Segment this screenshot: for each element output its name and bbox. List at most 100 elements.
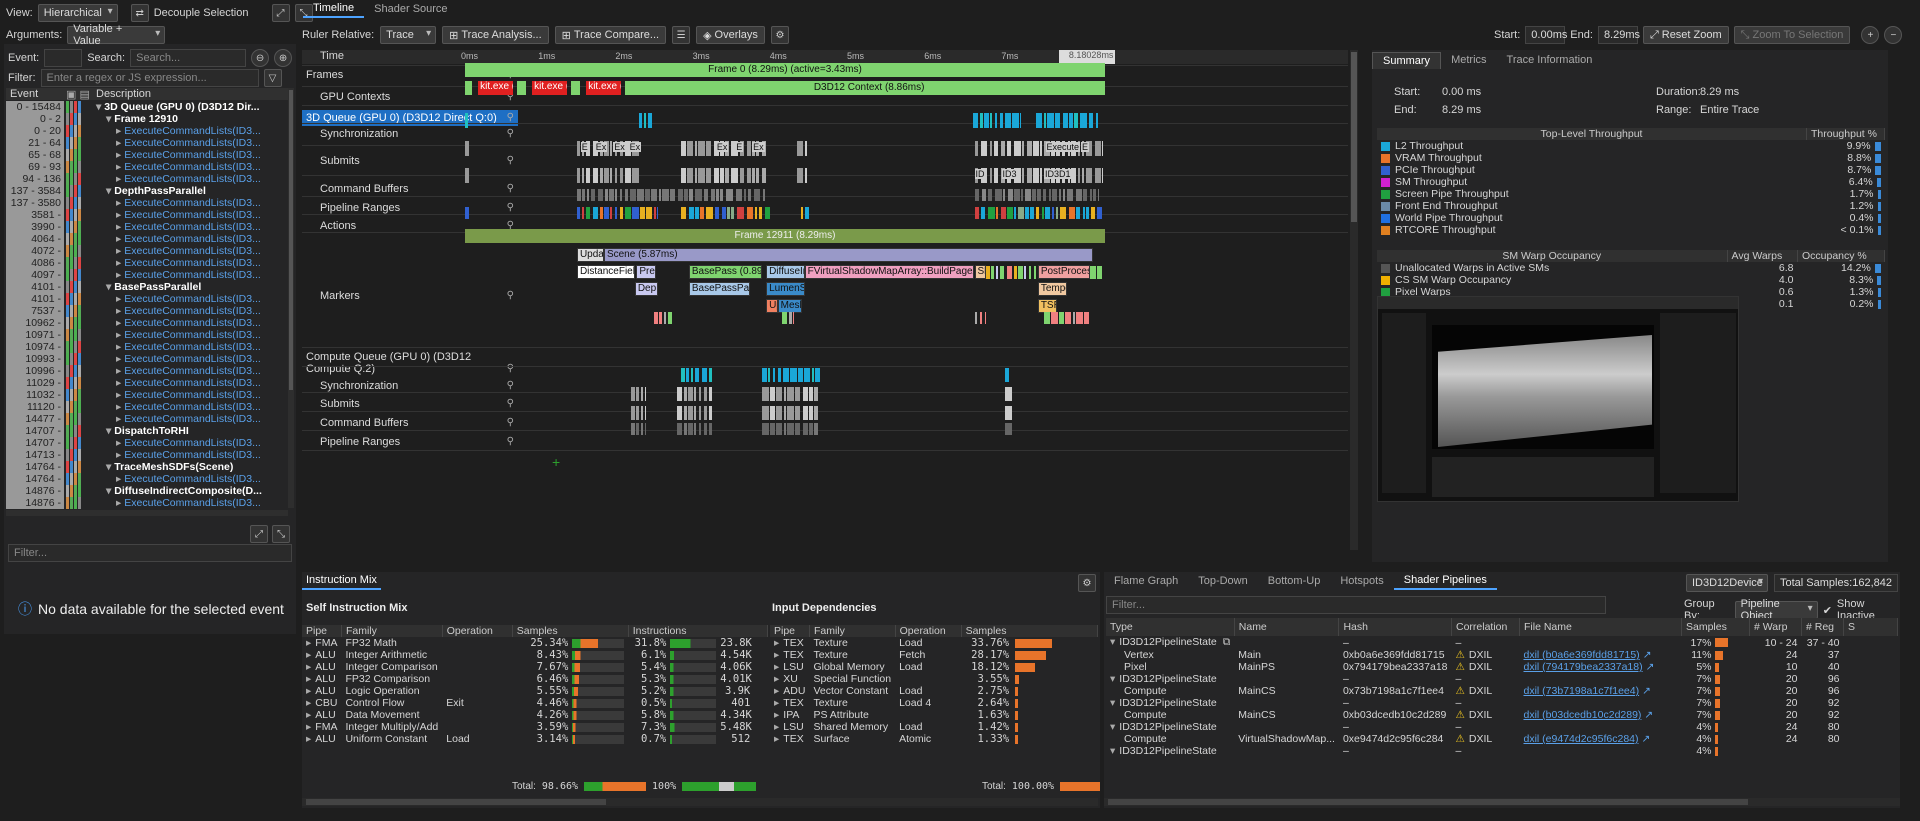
compute-cmdbuf-mark[interactable] (1005, 406, 1013, 420)
details-collapse-icon[interactable]: ⤡ (272, 525, 290, 543)
ctx-mark[interactable] (516, 81, 526, 95)
sp-file-link[interactable]: dxil (b0a6e369fdd81715) (1524, 649, 1640, 661)
pipeline-mark[interactable] (590, 189, 595, 201)
expand-arrow-icon[interactable]: ▸ (116, 317, 121, 329)
marker-small[interactable] (986, 266, 991, 279)
cmdbuf-mark[interactable] (1094, 168, 1101, 183)
action-mark[interactable] (603, 207, 609, 219)
decouple-icon[interactable]: ⇄ (130, 4, 149, 22)
submit-mark[interactable] (796, 141, 803, 156)
collapse-arrow-icon[interactable]: ▾ (106, 281, 111, 293)
ctx-mark[interactable] (465, 81, 472, 95)
col-operation[interactable]: Operation (442, 625, 513, 637)
self-mix-row[interactable]: ▸ ALU Integer Comparison 7.67% 5.4% 4.06K (302, 661, 768, 673)
cmdbuf-mark[interactable] (592, 168, 598, 183)
sync-mark[interactable] (989, 113, 992, 128)
external-link-icon[interactable]: ↗ (1642, 685, 1651, 697)
submit-label[interactable]: Ex (752, 142, 765, 152)
search-input[interactable]: Search... (130, 49, 247, 67)
pipeline-mark[interactable] (987, 189, 992, 201)
frame-thumbnail[interactable] (1377, 296, 1739, 502)
self-mix-row[interactable]: ▸ ALU Integer Arithmetic 8.43% 6.1% 4.54K (302, 649, 768, 661)
pipeline-mark[interactable] (747, 189, 751, 201)
action-mark[interactable] (1013, 207, 1016, 219)
expand-arrow-icon[interactable]: ▸ (116, 437, 121, 449)
external-link-icon[interactable]: ↗ (1646, 661, 1655, 673)
compute-submit-mark[interactable] (699, 387, 702, 401)
event-row[interactable]: 3581 - 3989 ▸ExecuteCommandLists(ID3... (6, 209, 288, 233)
sp-file-link[interactable]: dxil (794179bea2337a18) (1524, 661, 1643, 673)
expand-arrow-icon[interactable]: ▸ (306, 733, 311, 745)
compute-cmdbuf-mark[interactable] (795, 406, 801, 420)
sync-mark[interactable] (994, 113, 997, 128)
imix-settings-icon[interactable]: ⚙ (1078, 574, 1096, 592)
ruler-select[interactable]: Trace (380, 26, 437, 44)
expand-arrow-icon[interactable]: ▸ (306, 673, 311, 685)
action-mark[interactable] (987, 207, 995, 219)
time-ruler[interactable] (302, 50, 1348, 64)
event-row[interactable]: 69 - 93 ▸ ExecuteCommandLists(ID3... (6, 161, 288, 173)
compute-cmdbuf-mark[interactable] (684, 406, 688, 420)
submit-mark[interactable] (1013, 141, 1021, 156)
sync-mark[interactable] (1044, 113, 1047, 128)
sync-mark[interactable] (1074, 113, 1079, 128)
pin-icon[interactable]: ⚲ (507, 436, 514, 447)
pipeline-mark[interactable] (743, 189, 746, 201)
input-dep-row[interactable]: ▸ TEX Texture Fetch 28.17% (770, 649, 1098, 661)
col-family[interactable]: Family (341, 625, 443, 637)
tab-top-down[interactable]: Top-Down (1188, 573, 1258, 589)
cmdbuf-mark[interactable] (706, 168, 712, 183)
sync-mark[interactable] (1047, 113, 1055, 128)
pipeline-mark[interactable] (624, 189, 628, 201)
cmdbuf-mark[interactable] (631, 168, 639, 183)
tab-bottom-up[interactable]: Bottom-Up (1258, 573, 1331, 589)
expand-arrow-icon[interactable]: ▸ (306, 721, 311, 733)
compute-submit-mark[interactable] (776, 387, 783, 401)
compute-cmdbuf-mark[interactable] (635, 406, 639, 420)
collapse-arrow-icon[interactable]: ▾ (96, 101, 101, 113)
event-row[interactable]: 11032 - 11119 ▸ExecuteCommandLists(ID3... (6, 389, 288, 413)
pipeline-row[interactable]: ▾ ID3D12PipelineState – – 7% 20 96 (1106, 673, 1898, 685)
action-mark[interactable] (576, 207, 580, 219)
compute-pipeline-mark[interactable] (684, 423, 688, 435)
throughput-row[interactable]: Screen Pipe Throughput 1.7% (1377, 188, 1885, 200)
expand-arrow-icon[interactable]: ▸ (116, 293, 121, 305)
compute-sync-mark[interactable] (768, 368, 771, 382)
compute-submit-mark[interactable] (684, 387, 688, 401)
throughput-row[interactable]: World Pipe Throughput 0.4% (1377, 212, 1885, 224)
submit-mark[interactable] (706, 141, 712, 156)
events-scrollbar[interactable] (288, 88, 294, 508)
pipeline-mark[interactable] (683, 189, 688, 201)
expand-arrow-icon[interactable]: ▸ (774, 697, 779, 709)
collapse-arrow-icon[interactable]: ▾ (106, 485, 111, 497)
pipeline-mark[interactable] (981, 189, 986, 201)
in-col-pipe[interactable]: Pipe (770, 625, 810, 637)
external-link-icon[interactable]: ↗ (1643, 649, 1652, 661)
action-mark[interactable] (1090, 207, 1095, 219)
input-dep-row[interactable]: ▸ TEX Texture Load 33.76% (770, 637, 1098, 649)
event-row[interactable]: 4097 - 4100 ▸ExecuteCommandLists(ID3... (6, 269, 288, 293)
marker-small[interactable] (1073, 312, 1075, 324)
pipeline-mark[interactable] (1075, 189, 1082, 201)
sync-mark[interactable] (983, 113, 989, 128)
sp-file-link[interactable]: dxil (73b7198a1c7f1ee4) (1524, 685, 1640, 697)
compute-pipeline-mark[interactable] (795, 423, 801, 435)
pipeline-row[interactable]: ▾ ID3D12PipelineState ⧉ – – 17% 10 - 24 37 - 40 (1106, 636, 1898, 649)
action-mark[interactable] (731, 207, 735, 219)
sp-col-name[interactable]: Name (1234, 618, 1340, 636)
compute-cmdbuf-mark[interactable] (784, 406, 787, 420)
action-mark[interactable] (722, 207, 727, 219)
sp-col-type[interactable]: Type (1106, 618, 1235, 636)
compute-sync-mark[interactable] (762, 368, 768, 382)
compute-pipeline-mark[interactable] (677, 423, 683, 435)
submit-label[interactable]: E (580, 142, 589, 152)
event-row[interactable]: 14707 - 14710 ▾DispatchToRHI (6, 425, 288, 449)
submit-mark[interactable] (1000, 141, 1005, 156)
shader-hscrollbar[interactable] (1104, 798, 1900, 806)
event-row[interactable]: 21 - 64 ▸ ExecuteCommandLists(ID3... (6, 137, 288, 149)
marker-small[interactable] (654, 312, 659, 324)
marker-small[interactable] (1065, 312, 1071, 324)
expand-arrow-icon[interactable]: ▸ (116, 209, 121, 221)
expand-arrow-icon[interactable]: ▸ (116, 305, 121, 317)
cmdbuf-mark[interactable] (624, 168, 631, 183)
